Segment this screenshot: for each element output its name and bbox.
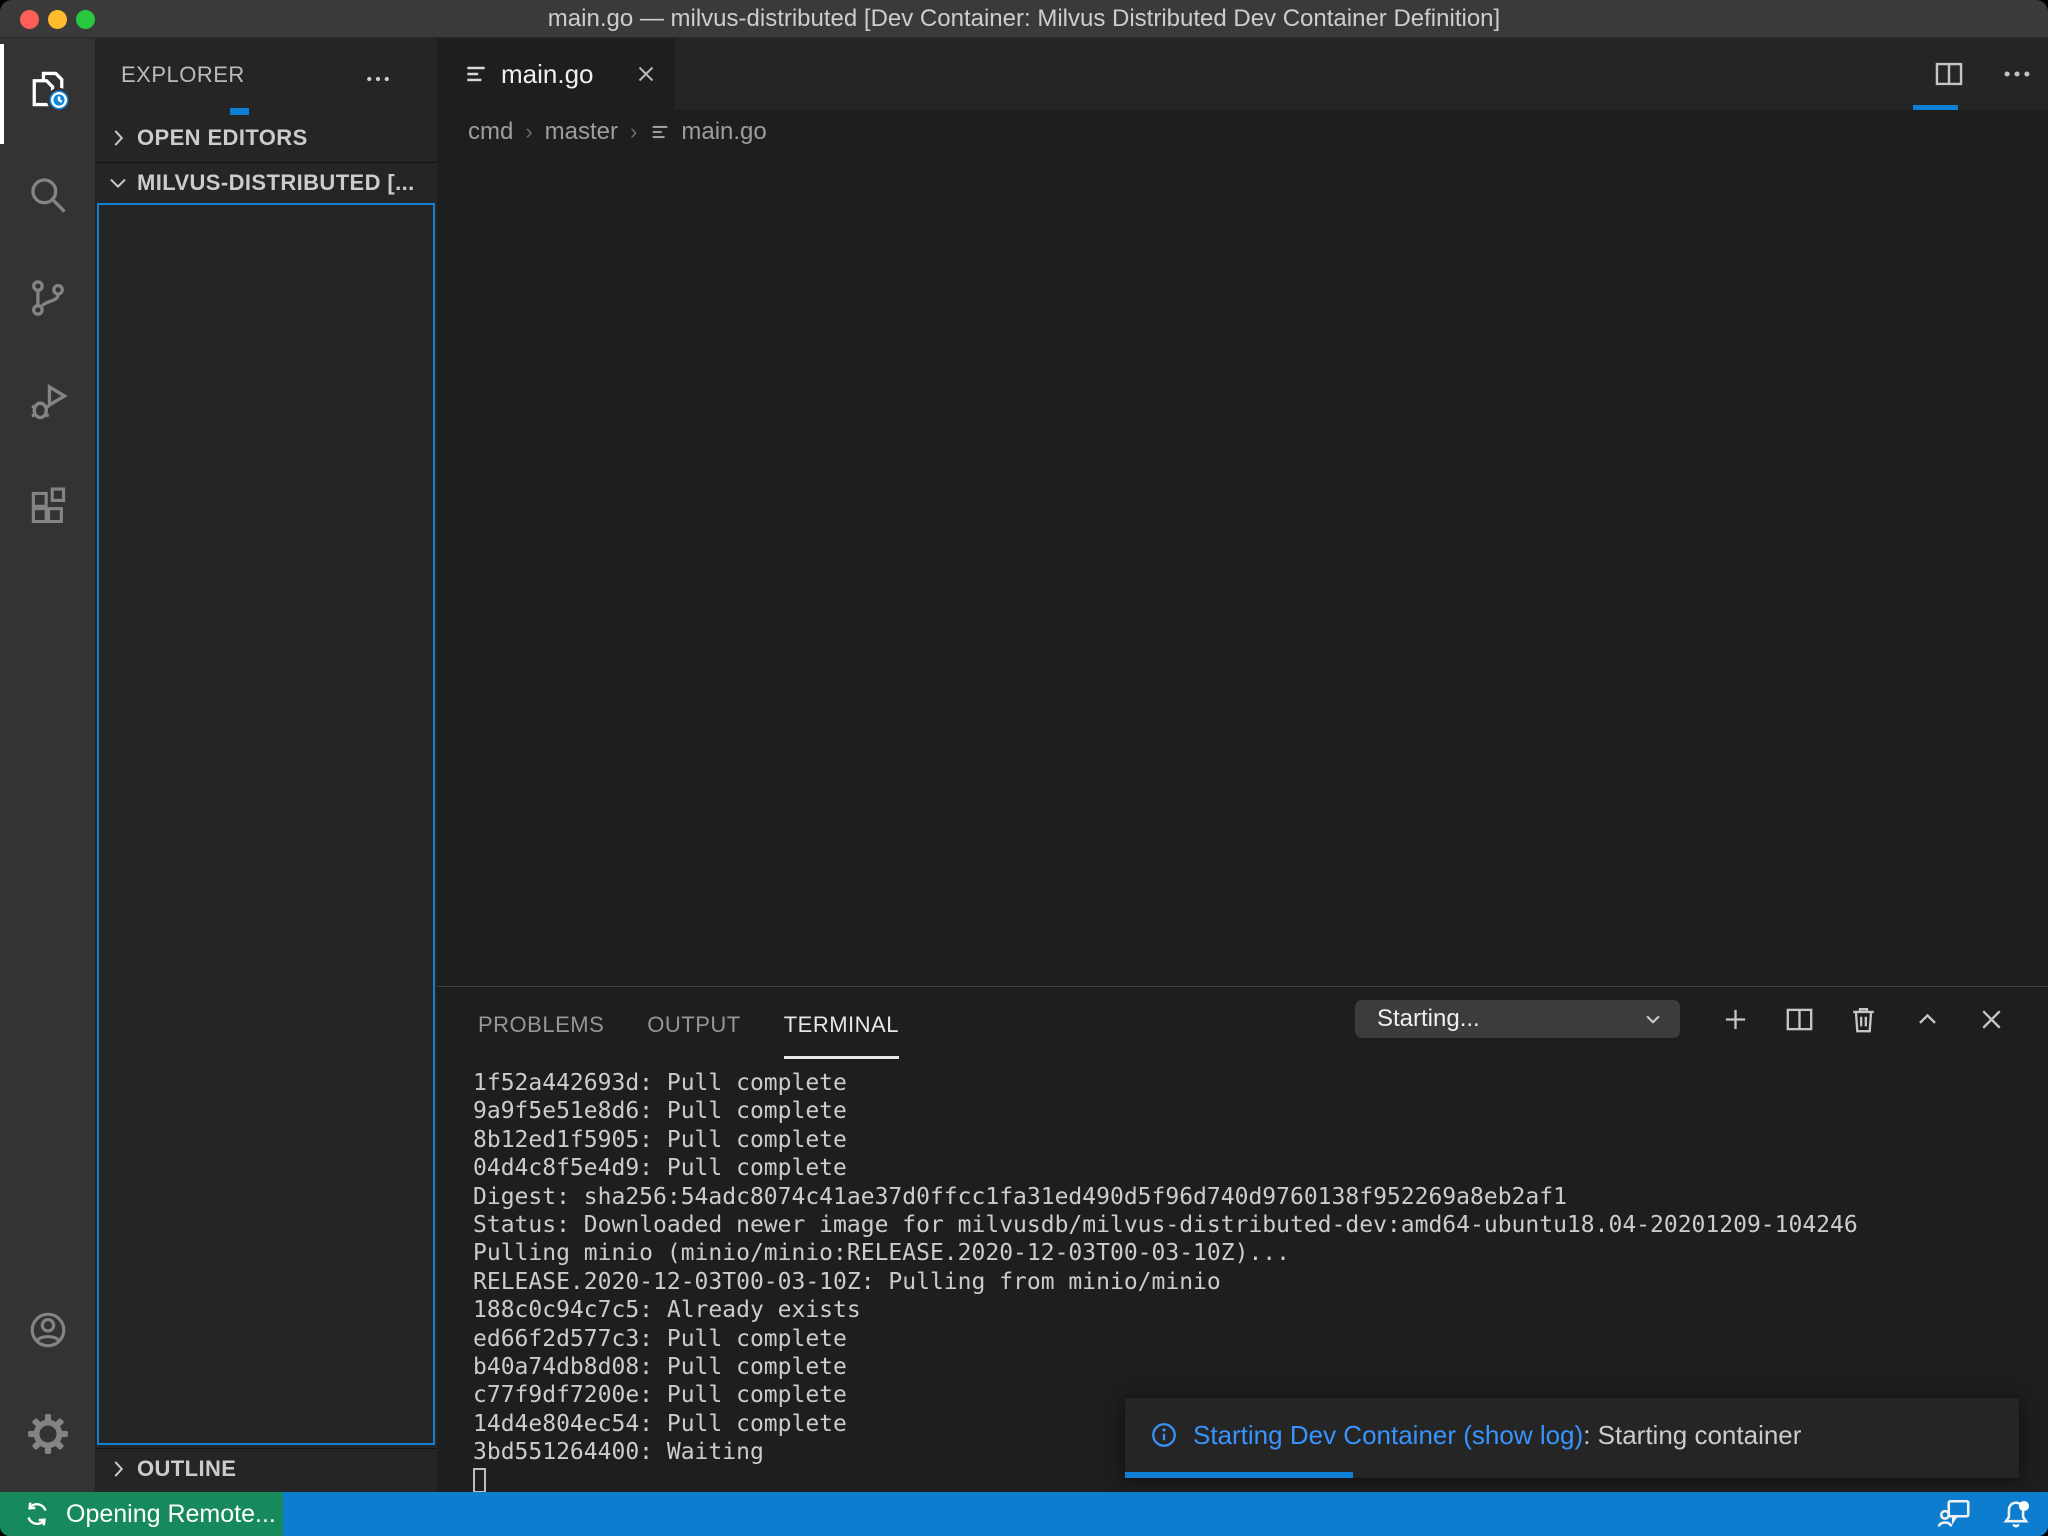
extensions-icon — [26, 485, 70, 534]
breadcrumb: cmd › master › main.go — [437, 110, 2048, 154]
terminal-line: Digest: sha256:54adc8074c41ae37d0ffcc1fa… — [473, 1183, 2048, 1211]
editor-content[interactable] — [437, 154, 2048, 984]
remote-status-label: Opening Remote... — [66, 1500, 276, 1529]
terminal-line: b40a74db8d08: Pull complete — [473, 1353, 2048, 1381]
chevron-right-icon — [105, 1456, 131, 1482]
terminal-line: 04d4c8f5e4d9: Pull complete — [473, 1154, 2048, 1182]
section-label: OPEN EDITORS — [137, 125, 308, 151]
explorer-files-icon — [26, 67, 70, 116]
notification-message: : Starting container — [1583, 1420, 1801, 1451]
notification-content: Starting Dev Container (show log) : Star… — [1149, 1398, 1801, 1472]
settings-gear-icon — [26, 1412, 70, 1461]
account-icon — [26, 1308, 70, 1357]
sidebar-item-explorer[interactable] — [0, 43, 95, 139]
more-actions-icon[interactable] — [2000, 57, 2034, 91]
kill-terminal-trash-icon[interactable] — [1847, 1003, 1880, 1036]
editor-tab-bar: main.go — [437, 38, 2048, 110]
close-panel-icon[interactable] — [1975, 1003, 2008, 1036]
sidebar-item-source-control[interactable] — [0, 252, 95, 348]
section-open-editors[interactable]: OPEN EDITORS — [95, 118, 437, 158]
source-control-icon — [26, 276, 70, 325]
sidebar-title: EXPLORER — [121, 62, 245, 88]
terminal-line: 1f52a442693d: Pull complete — [473, 1069, 2048, 1097]
sidebar-progress-bar — [230, 108, 249, 115]
terminal-line: 9a9f5e51e8d6: Pull complete — [473, 1097, 2048, 1125]
section-label: MILVUS-DISTRIBUTED [... — [137, 170, 415, 196]
go-file-icon — [649, 121, 671, 143]
explorer-file-tree[interactable] — [97, 203, 435, 1445]
tab-problems[interactable]: PROBLEMS — [478, 987, 604, 1059]
run-debug-icon — [26, 380, 70, 429]
chevron-down-icon — [1640, 1006, 1666, 1032]
notifications-bell-icon[interactable] — [1998, 1496, 2034, 1532]
panel-toolbar: Starting... — [1355, 999, 2048, 1039]
remote-status-item[interactable]: Opening Remote... — [0, 1492, 283, 1536]
editor-actions — [1932, 38, 2034, 110]
vscode-window: main.go — milvus-distributed [Dev Contai… — [0, 0, 2048, 1536]
breadcrumb-item[interactable]: main.go — [681, 118, 766, 146]
section-outline[interactable]: OUTLINE — [95, 1448, 437, 1488]
tab-label: main.go — [501, 59, 594, 90]
go-file-icon — [463, 61, 489, 87]
status-bar-right — [1936, 1492, 2034, 1536]
maximize-panel-chevron-up-icon[interactable] — [1911, 1003, 1944, 1036]
notification-show-log-link[interactable]: Starting Dev Container (show log) — [1193, 1420, 1583, 1451]
explorer-sidebar: EXPLORER OPEN EDITORS MILVUS-DISTRIBUTED… — [95, 38, 437, 1492]
terminal-line: Pulling minio (minio/minio:RELEASE.2020-… — [473, 1239, 2048, 1267]
split-editor-icon[interactable] — [1932, 57, 1966, 91]
tab-close-icon[interactable] — [633, 61, 659, 87]
sync-spinner-icon — [22, 1499, 52, 1529]
chevron-down-icon — [105, 170, 131, 196]
terminal-cursor — [473, 1468, 486, 1492]
terminal-line: 8b12ed1f5905: Pull complete — [473, 1126, 2048, 1154]
breadcrumb-separator: › — [525, 119, 532, 145]
terminal-select-dropdown[interactable]: Starting... — [1355, 1000, 1680, 1038]
terminal-line: RELEASE.2020-12-03T00-03-10Z: Pulling fr… — [473, 1268, 2048, 1296]
info-icon — [1149, 1420, 1179, 1450]
section-workspace-folder[interactable]: MILVUS-DISTRIBUTED [... — [95, 162, 437, 202]
split-terminal-icon[interactable] — [1783, 1003, 1816, 1036]
tab-terminal[interactable]: TERMINAL — [784, 987, 899, 1059]
status-bar: Opening Remote... — [0, 1492, 2048, 1536]
breadcrumb-separator: › — [630, 119, 637, 145]
terminal-select-value: Starting... — [1377, 1005, 1480, 1033]
tab-main-go[interactable]: main.go — [437, 38, 675, 110]
account-button[interactable] — [0, 1284, 95, 1380]
terminal-line: 188c0c94c7c5: Already exists — [473, 1296, 2048, 1324]
explorer-more-actions-button[interactable] — [363, 64, 393, 94]
terminal-line: Status: Downloaded newer image for milvu… — [473, 1211, 2048, 1239]
settings-button[interactable] — [0, 1388, 95, 1484]
notification-progress-bar — [1125, 1472, 1353, 1478]
workbench: EXPLORER OPEN EDITORS MILVUS-DISTRIBUTED… — [0, 38, 2048, 1492]
sidebar-item-search[interactable] — [0, 149, 95, 245]
terminal-line: ed66f2d577c3: Pull complete — [473, 1325, 2048, 1353]
title-bar: main.go — milvus-distributed [Dev Contai… — [0, 0, 2048, 38]
new-terminal-icon[interactable] — [1719, 1003, 1752, 1036]
panel-tab-bar: PROBLEMS OUTPUT TERMINAL — [478, 987, 899, 1059]
feedback-icon[interactable] — [1936, 1496, 1972, 1532]
breadcrumb-item[interactable]: cmd — [468, 118, 513, 146]
sidebar-item-run-debug[interactable] — [0, 356, 95, 452]
panel-actions — [1719, 1003, 2008, 1036]
window-title: main.go — milvus-distributed [Dev Contai… — [0, 0, 2048, 38]
section-label: OUTLINE — [137, 1456, 236, 1482]
breadcrumb-item[interactable]: master — [545, 118, 618, 146]
tab-output[interactable]: OUTPUT — [647, 987, 740, 1059]
notification-toast: Starting Dev Container (show log) : Star… — [1125, 1398, 2019, 1478]
more-actions-icon — [363, 64, 393, 94]
sidebar-item-extensions[interactable] — [0, 461, 95, 557]
editor-group: main.go — [437, 38, 2048, 1492]
search-icon — [26, 173, 70, 222]
chevron-right-icon — [105, 125, 131, 151]
activity-bar — [0, 38, 95, 1492]
